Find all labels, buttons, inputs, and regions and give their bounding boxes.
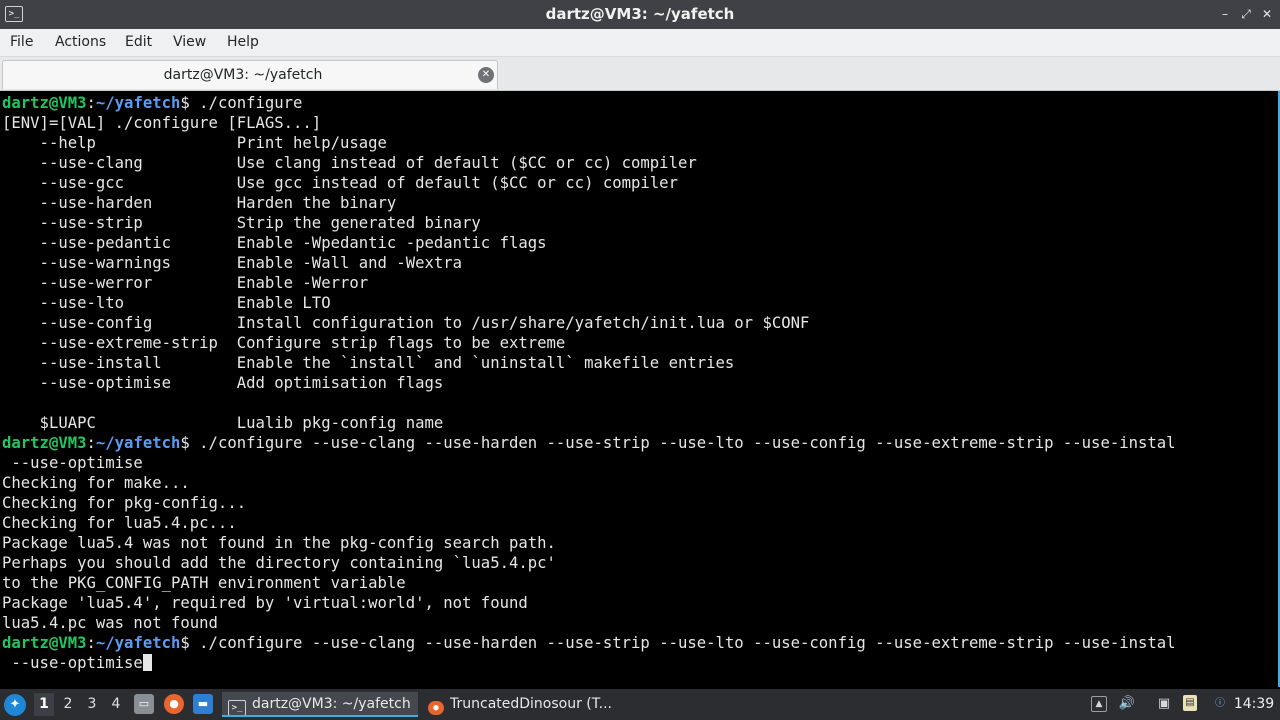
prompt-user: dartz@VM3 (2, 634, 87, 652)
help-row: --use-clang Use clang instead of default… (2, 154, 697, 172)
prompt-symbol: $ (180, 94, 190, 112)
output-line: lua5.4.pc was not found (2, 614, 218, 632)
help-row: --use-strip Strip the generated binary (2, 214, 481, 232)
terminal-lines: dartz@VM3:~/yafetch$ ./configure [ENV]=[… (2, 93, 1272, 673)
prompt-line: dartz@VM3:~/yafetch$ ./configure (2, 94, 303, 112)
minimize-button[interactable]: – (1215, 4, 1235, 24)
close-window-button[interactable]: ✕ (1257, 4, 1277, 24)
task-firefox[interactable]: ● TruncatedDinosour (T... (424, 692, 634, 717)
help-row: --use-pedantic Enable -Wpedantic -pedant… (2, 234, 547, 252)
command-wrap-line: --use-optimise (2, 454, 143, 472)
help-row: --use-extreme-strip Configure strip flag… (2, 334, 566, 352)
firefox-icon: ● (428, 701, 444, 715)
command-text: ./configure --use-clang --use-harden --u… (189, 634, 1176, 652)
menu-file[interactable]: File (10, 29, 33, 56)
terminal-output[interactable]: dartz@VM3:~/yafetch$ ./configure [ENV]=[… (0, 91, 1280, 687)
output-line: Checking for lua5.4.pc... (2, 514, 237, 532)
show-desktop-icon[interactable]: ▬ (193, 694, 213, 714)
prompt-line: dartz@VM3:~/yafetch$ ./configure --use-c… (2, 634, 1176, 652)
app-menu-icon[interactable]: ✦ (4, 694, 26, 716)
output-line: Checking for pkg-config... (2, 494, 247, 512)
task-terminal[interactable]: >_ dartz@VM3: ~/yafetch (222, 692, 418, 717)
output-line: Perhaps you should add the directory con… (2, 554, 556, 572)
workspace-2[interactable]: 2 (58, 693, 78, 716)
menu-help[interactable]: Help (227, 29, 259, 56)
help-row: --use-gcc Use gcc instead of default ($C… (2, 174, 678, 192)
workspace-3[interactable]: 3 (82, 693, 102, 716)
menu-view[interactable]: View (173, 29, 206, 56)
text-cursor (142, 654, 152, 671)
taskbar: ✦ 1 2 3 4 ▭ ● ▬ >_ dartz@VM3: ~/yafetch ●… (0, 689, 1280, 720)
help-row: --use-install Enable the `install` and `… (2, 354, 735, 372)
terminal-icon: >_ (228, 700, 246, 715)
command-text: ./configure (189, 94, 303, 112)
command-wrap-text: --use-optimise (2, 654, 143, 672)
help-row: --use-werror Enable -Werror (2, 274, 369, 292)
prompt-user: dartz@VM3 (2, 434, 87, 452)
help-row: --use-optimise Add optimisation flags (2, 374, 444, 392)
update-notifier-icon[interactable]: ⓘ (1211, 695, 1229, 713)
prompt-path: ~/yafetch (95, 634, 181, 652)
firefox-icon[interactable]: ● (164, 694, 184, 714)
prompt-symbol: $ (180, 434, 190, 452)
prompt-line: dartz@VM3:~/yafetch$ ./configure --use-c… (2, 434, 1176, 452)
command-text: ./configure --use-clang --use-harden --u… (189, 434, 1176, 452)
output-line: to the PKG_CONFIG_PATH environment varia… (2, 574, 406, 592)
window-title: dartz@VM3: ~/yafetch (545, 5, 735, 23)
help-row: --use-warnings Enable -Wall and -Wextra (2, 254, 463, 272)
help-row: --use-lto Enable LTO (2, 294, 331, 312)
tab-bar: dartz@VM3: ~/yafetch ✕ (0, 57, 1280, 91)
prompt-user: dartz@VM3 (2, 94, 87, 112)
menu-bar: File Actions Edit View Help (0, 29, 1280, 57)
tab-label: dartz@VM3: ~/yafetch (163, 67, 323, 83)
tray-up-icon[interactable]: ▲ (1091, 696, 1107, 712)
volume-icon[interactable]: 🔊 (1118, 695, 1136, 713)
prompt-path: ~/yafetch (95, 94, 181, 112)
window-titlebar[interactable]: >_ dartz@VM3: ~/yafetch – ⤢ ✕ (0, 0, 1280, 29)
maximize-button[interactable]: ⤢ (1236, 4, 1256, 24)
command-input-line[interactable]: --use-optimise (2, 653, 1272, 673)
prompt-symbol: $ (180, 634, 190, 652)
output-line: Checking for make... (2, 474, 190, 492)
help-row: --use-harden Harden the binary (2, 194, 397, 212)
output-line: Package 'lua5.4', required by 'virtual:w… (2, 594, 528, 612)
workspace-1[interactable]: 1 (34, 693, 54, 716)
network-icon[interactable]: ▣ (1155, 695, 1173, 713)
clipboard-icon[interactable]: ▤ (1183, 695, 1197, 711)
menu-actions[interactable]: Actions (55, 29, 106, 56)
menu-edit[interactable]: Edit (125, 29, 152, 56)
output-line: [ENV]=[VAL] ./configure [FLAGS...] (2, 114, 322, 132)
help-row: --help Print help/usage (2, 134, 387, 152)
clock[interactable]: 14:39 (1232, 689, 1276, 720)
tab-close-icon[interactable]: ✕ (478, 67, 494, 83)
workspace-4[interactable]: 4 (106, 693, 126, 716)
help-row: --use-config Install configuration to /u… (2, 314, 810, 332)
output-line: Package lua5.4 was not found in the pkg-… (2, 534, 556, 552)
prompt-path: ~/yafetch (95, 434, 181, 452)
terminal-tab[interactable]: dartz@VM3: ~/yafetch ✕ (2, 60, 498, 89)
help-row: $LUAPC Lualib pkg-config name (2, 414, 444, 432)
task-label: TruncatedDinosour (T... (450, 696, 613, 712)
file-manager-icon[interactable]: ▭ (134, 694, 154, 714)
task-label: dartz@VM3: ~/yafetch (252, 696, 411, 712)
